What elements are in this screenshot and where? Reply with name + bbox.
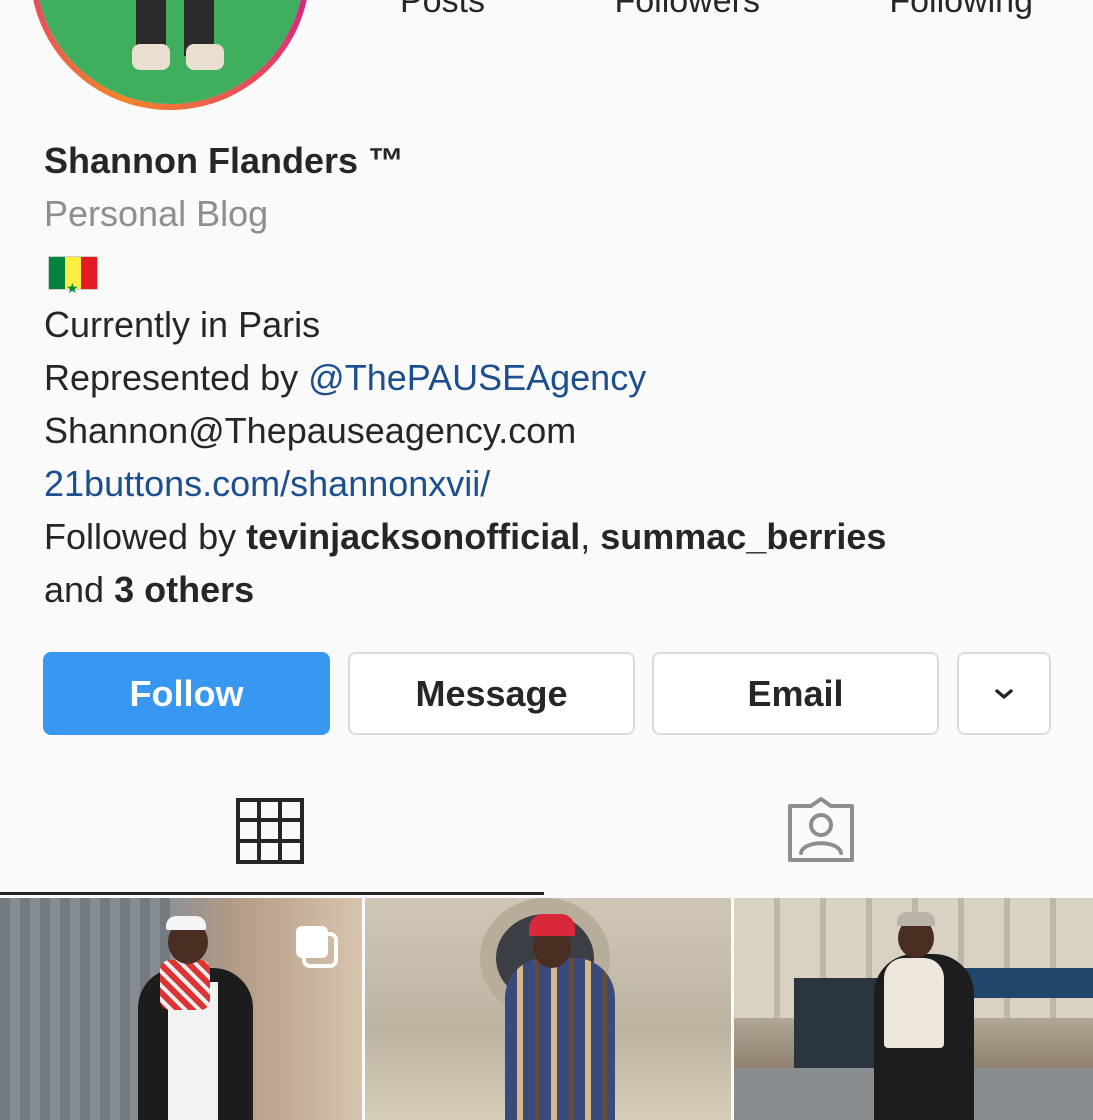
cafe-awning — [954, 968, 1093, 998]
grid-icon — [236, 798, 304, 864]
tab-grid[interactable] — [236, 798, 304, 869]
profile-category: Personal Blog — [44, 193, 269, 234]
bio-flag-line — [44, 244, 886, 315]
carousel-icon — [296, 926, 338, 968]
profile-avatar[interactable] — [30, 0, 310, 110]
avatar-figure-shoe — [186, 44, 224, 70]
post-thumbnail[interactable] — [0, 898, 362, 1120]
person-scarf — [160, 960, 210, 1010]
avatar-figure-shoe — [132, 44, 170, 70]
post-grid — [0, 898, 1093, 1120]
person-cap — [166, 916, 206, 930]
follow-button[interactable]: Follow — [43, 652, 330, 735]
followed-user-1[interactable]: tevinjacksonofficial — [246, 516, 580, 557]
more-options-button[interactable] — [957, 652, 1051, 735]
tab-tagged[interactable] — [786, 796, 856, 869]
person-figure — [505, 958, 615, 1120]
avatar-photo — [36, 0, 304, 104]
bio-represented-prefix: Represented by — [44, 357, 309, 399]
chevron-down-icon — [995, 688, 1013, 699]
profile-tabs — [0, 768, 1093, 896]
person-cap — [529, 914, 575, 936]
followers-label[interactable]: Followers — [614, 0, 759, 21]
profile-bio: Shannon Flanders ™ Personal Blog Current… — [44, 138, 886, 616]
tagged-person-icon — [788, 797, 854, 862]
posts-label[interactable]: Posts — [400, 0, 485, 21]
followed-by-prefix: Followed by — [44, 516, 247, 558]
email-button[interactable]: Email — [652, 652, 939, 735]
website-link[interactable]: 21buttons.com/shannonxvii/ — [44, 457, 886, 510]
bio-email: Shannon@Thepauseagency.com — [44, 410, 577, 452]
following-label[interactable]: Following — [889, 0, 1033, 21]
followed-user-2[interactable]: summac_berries — [600, 516, 886, 557]
message-button[interactable]: Message — [348, 652, 635, 735]
agency-mention-link[interactable]: @ThePAUSEAgency — [308, 357, 646, 398]
followed-separator: , — [580, 516, 601, 558]
followed-by-others[interactable]: and 3 others — [44, 563, 886, 616]
storefront — [794, 978, 884, 1068]
followed-others-count[interactable]: 3 others — [114, 569, 254, 610]
person-beanie — [897, 912, 935, 926]
profile-stats: Posts Followers Following — [400, 0, 1033, 21]
post-thumbnail[interactable] — [734, 898, 1093, 1120]
post-thumbnail[interactable] — [365, 898, 731, 1120]
bio-location: Currently in Paris — [44, 304, 321, 346]
active-tab-indicator — [0, 892, 544, 895]
person-hoodie — [884, 958, 944, 1048]
profile-name: Shannon Flanders ™ — [44, 140, 405, 181]
bio-represented: Represented by @ThePAUSEAgency — [44, 351, 886, 404]
followed-by[interactable]: Followed by tevinjacksonofficial, summac… — [44, 510, 886, 563]
followed-and: and — [44, 569, 115, 611]
senegal-flag-icon — [48, 256, 98, 315]
